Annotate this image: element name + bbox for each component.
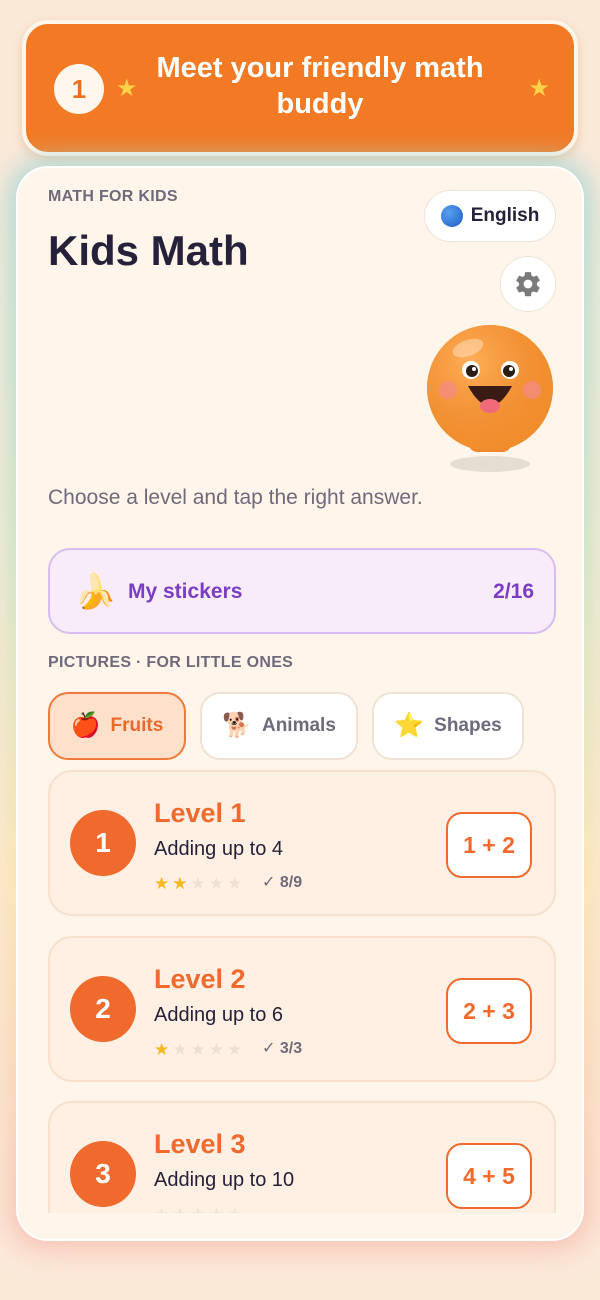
level-sum-button[interactable]: 4 + 5 bbox=[446, 1143, 532, 1209]
star-icon: ★ bbox=[208, 1040, 224, 1059]
star-icon: ⭐ bbox=[394, 712, 425, 739]
app-eyebrow: MATH FOR KIDS bbox=[48, 188, 178, 205]
star-icon: ★ bbox=[116, 75, 138, 102]
level-card-1[interactable]: 1 Level 1 Adding up to 4 ★ ★ ★ ★ ★ ✓ 8/9… bbox=[48, 770, 556, 916]
level-rating: ★ ★ ★ ★ ★ bbox=[154, 874, 242, 894]
stickers-count: 2/16 bbox=[493, 580, 534, 603]
my-stickers-button[interactable]: 🍌 My stickers 2/16 bbox=[48, 548, 556, 634]
level-title: Level 3 bbox=[154, 1129, 246, 1159]
level-description: Adding up to 10 bbox=[154, 1169, 295, 1191]
gear-icon bbox=[516, 272, 540, 297]
level-rating: ★ ★ ★ ★ ★ bbox=[154, 1040, 242, 1060]
level-sum-button[interactable]: 2 + 3 bbox=[446, 978, 532, 1044]
dog-icon: 🐕 bbox=[222, 712, 252, 739]
level-progress: ✓ 8/9 bbox=[262, 874, 303, 891]
level-number: 3 bbox=[70, 1141, 136, 1207]
star-icon: ★ bbox=[190, 1040, 206, 1059]
level-title: Level 1 bbox=[154, 798, 246, 828]
language-button[interactable]: English bbox=[424, 190, 556, 242]
settings-button[interactable] bbox=[500, 256, 556, 312]
level-description: Adding up to 6 bbox=[154, 1004, 283, 1026]
language-label: English bbox=[470, 205, 540, 226]
tab-animals[interactable]: 🐕 Animals bbox=[200, 692, 358, 760]
star-icon: ★ bbox=[227, 874, 243, 893]
step-badge: 1 bbox=[54, 64, 104, 114]
tab-label: Animals bbox=[261, 715, 336, 736]
tab-label: Fruits bbox=[110, 715, 164, 736]
mascot-orange bbox=[427, 325, 553, 472]
banner-title: Meet your friendly math buddy bbox=[156, 52, 484, 120]
tab-shapes[interactable]: ⭐ Shapes bbox=[372, 692, 524, 760]
page-title: Kids Math bbox=[48, 227, 249, 274]
star-icon: ★ bbox=[154, 874, 170, 893]
star-icon: ★ bbox=[172, 874, 188, 893]
tab-fruits[interactable]: 🍎 Fruits bbox=[48, 692, 186, 760]
star-icon: ★ bbox=[172, 1040, 188, 1059]
welcome-banner: 1 ★ Meet your friendly math buddy ★ bbox=[22, 20, 578, 156]
level-card-2[interactable]: 2 Level 2 Adding up to 6 ★ ★ ★ ★ ★ ✓ 3/3… bbox=[48, 936, 556, 1082]
level-title: Level 2 bbox=[154, 964, 246, 994]
star-icon: ★ bbox=[190, 874, 206, 893]
level-number: 2 bbox=[70, 976, 136, 1042]
level-number: 1 bbox=[70, 810, 136, 876]
stickers-label: My stickers bbox=[128, 580, 243, 603]
star-icon: ★ bbox=[208, 874, 224, 893]
main-card: MATH FOR KIDS Kids Math English Choose a… bbox=[16, 166, 584, 1241]
instructions-text: Choose a level and tap the right answer. bbox=[48, 486, 423, 509]
globe-icon bbox=[440, 205, 463, 227]
scroll-fade bbox=[18, 1213, 582, 1239]
level-sum-button[interactable]: 1 + 2 bbox=[446, 812, 532, 878]
apple-icon: 🍎 bbox=[70, 712, 101, 739]
tab-label: Shapes bbox=[434, 715, 502, 736]
level-description: Adding up to 4 bbox=[154, 838, 283, 860]
star-icon: ★ bbox=[528, 75, 550, 102]
level-progress: ✓ 3/3 bbox=[262, 1040, 303, 1057]
banana-icon: 🍌 bbox=[74, 573, 117, 611]
section-heading: PICTURES · FOR LITTLE ONES bbox=[48, 654, 294, 671]
star-icon: ★ bbox=[227, 1040, 243, 1059]
star-icon: ★ bbox=[154, 1040, 170, 1059]
